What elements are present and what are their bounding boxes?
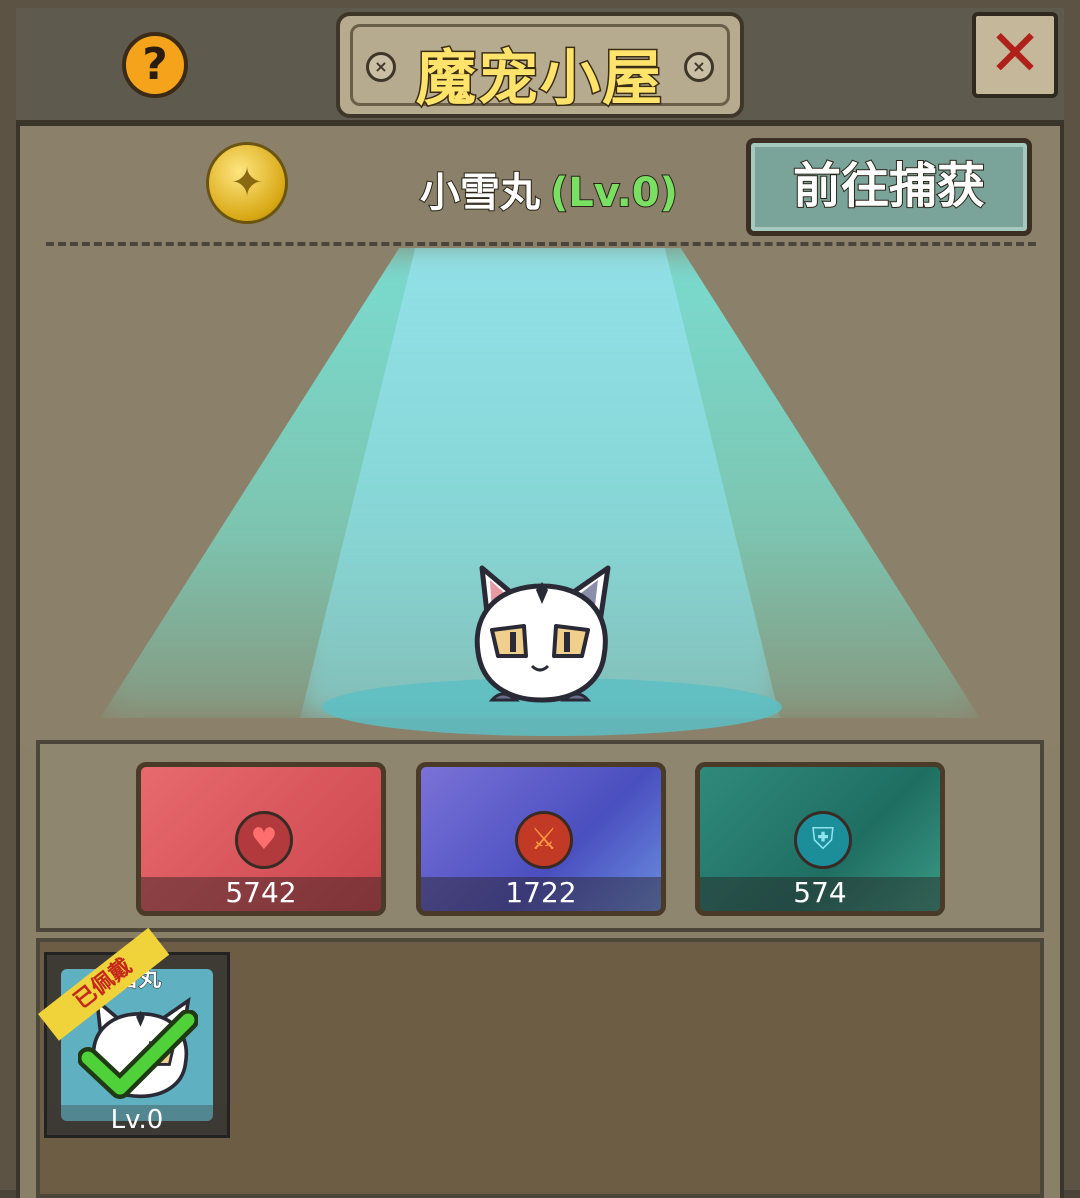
question-icon: ? [142, 39, 168, 90]
defense-stat-card: ⛨ 574 [695, 762, 945, 916]
defense-value: 574 [793, 876, 847, 909]
close-icon: ✕ [988, 17, 1042, 91]
rivet-right-icon: × [684, 52, 714, 82]
check-icon [78, 1010, 198, 1099]
shield-icon: ⛨ [794, 811, 852, 869]
pet-emblem-icon: ✦ [206, 142, 288, 224]
heart-icon: ♥ [235, 811, 293, 869]
capture-button[interactable]: 前往捕获 [746, 138, 1032, 236]
hp-stat-card: ♥ 5742 [136, 762, 386, 916]
sword-icon: ⚔ [515, 811, 573, 869]
attack-value: 1722 [505, 876, 577, 909]
pet-name-label: 小雪丸 (Lv.0) [419, 160, 679, 217]
hp-value: 5742 [225, 876, 297, 909]
page-title: 魔宠小屋 [415, 43, 664, 116]
pet-sprite [474, 565, 611, 703]
attack-stat-card: ⚔ 1722 [416, 762, 666, 916]
title-plate: × 魔宠小屋 × [336, 12, 744, 118]
pet-name: 小雪丸 [419, 169, 541, 217]
pet-level: (Lv.0) [549, 169, 679, 217]
help-button[interactable]: ? [122, 32, 188, 98]
close-button[interactable]: ✕ [972, 12, 1058, 98]
divider [46, 242, 1036, 246]
slot-pet-level: Lv.0 [47, 1105, 227, 1135]
